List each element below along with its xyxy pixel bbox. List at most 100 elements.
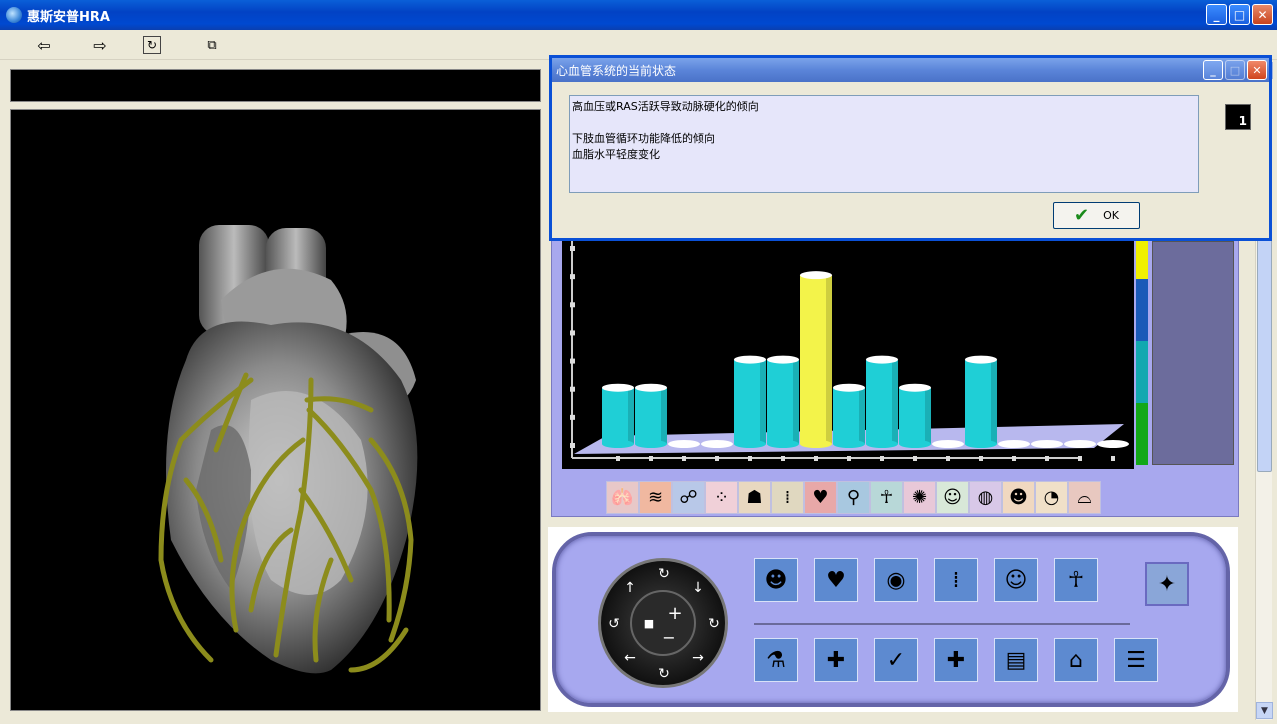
doctor-icon[interactable]: ☺ — [936, 481, 969, 514]
bar-top — [1097, 440, 1129, 448]
level-indicator-icon: 1 — [1225, 104, 1251, 130]
throat-icon[interactable]: ⌓ — [1068, 481, 1101, 514]
globe-button[interactable]: ◉ — [874, 558, 918, 602]
zoom-out-icon[interactable]: − — [660, 628, 678, 647]
monitor-check-button[interactable]: ✓ — [874, 638, 918, 682]
scroll-thumb[interactable] — [1257, 232, 1272, 472]
left-arrow-icon[interactable]: ← — [621, 649, 639, 667]
x-tick — [748, 456, 752, 461]
x-tick — [847, 456, 851, 461]
dna-button[interactable]: ✚ — [814, 638, 858, 682]
face-scan-button[interactable]: ☺ — [994, 558, 1038, 602]
status-message-box[interactable]: 高血压或RAS活跃导致动脉硬化的倾向 下肢血管循环功能降低的倾向 血脂水平轻度变… — [569, 95, 1199, 193]
y-tick — [570, 386, 575, 392]
ok-button[interactable]: ✔ OK — [1053, 202, 1140, 229]
stomach-icon[interactable]: ≋ — [639, 481, 672, 514]
dialog-close-button[interactable]: ✕ — [1247, 60, 1267, 80]
check-icon: ✔ — [1074, 205, 1090, 226]
bar-base — [833, 440, 865, 448]
skeleton-button[interactable]: ☥ — [1054, 558, 1098, 602]
y-tick — [570, 274, 575, 280]
tooth-button[interactable]: ⌂ — [1054, 638, 1098, 682]
heart-3d-view[interactable] — [10, 109, 541, 711]
head-organ-button[interactable]: ☻ — [754, 558, 798, 602]
scale-panel — [1152, 241, 1234, 465]
first-aid-button[interactable]: ✚ — [934, 638, 978, 682]
left-panel — [4, 62, 544, 714]
heart-organ-button[interactable]: ♥ — [814, 558, 858, 602]
x-tick — [781, 456, 785, 461]
refresh-icon[interactable]: ↻ — [143, 36, 161, 54]
forward-arrow-icon[interactable]: ⇨ — [88, 34, 112, 56]
x-tick — [715, 456, 719, 461]
nav-divider — [754, 623, 1130, 625]
x-tick — [1078, 456, 1082, 461]
right-arrow-icon[interactable]: → — [689, 649, 707, 667]
y-tick — [570, 443, 575, 448]
dialog-minimize-button[interactable]: _ — [1203, 60, 1223, 80]
bar-top — [767, 355, 799, 364]
body-icon[interactable]: ☗ — [738, 481, 771, 514]
up-arrow-icon[interactable]: ↑ — [621, 579, 639, 597]
bar-base — [767, 440, 799, 448]
y-tick — [570, 414, 575, 420]
swap-view-icon[interactable]: ⧉ — [202, 36, 222, 54]
maximize-button[interactable]: □ — [1229, 4, 1250, 25]
x-tick — [1012, 456, 1016, 461]
bar-shade — [991, 359, 997, 444]
report-button[interactable]: ☰ — [1114, 638, 1158, 682]
extra-view-button[interactable]: ✦ — [1145, 562, 1189, 606]
stop-icon[interactable]: ■ — [640, 614, 658, 632]
x-tick — [880, 456, 884, 461]
x-tick — [1111, 456, 1115, 461]
rotate-right-icon[interactable]: ↻ — [705, 615, 723, 633]
rotate-left-icon[interactable]: ↺ — [605, 615, 623, 633]
x-tick — [1045, 456, 1049, 461]
bar-shade — [628, 387, 634, 444]
nerves-icon[interactable]: ⚲ — [837, 481, 870, 514]
heart-icon[interactable]: ♥ — [804, 481, 837, 514]
bar-chart-svg — [570, 241, 1129, 461]
brain-icon[interactable]: ◍ — [969, 481, 1002, 514]
documents-button[interactable]: ▤ — [994, 638, 1038, 682]
bar-top — [932, 440, 964, 448]
info-strip — [10, 69, 541, 102]
bar-shade — [760, 359, 766, 444]
head-icon[interactable]: ◔ — [1035, 481, 1068, 514]
status-line — [572, 115, 1196, 131]
spine-button[interactable]: ⁞ — [934, 558, 978, 602]
x-tick — [946, 456, 950, 461]
down-arrow-icon[interactable]: ↓ — [689, 579, 707, 597]
navigation-panel: ↻ ↑ ↓ ↺ ↻ ← → ↻ ■ + − ☻ ♥ ◉ ⁞ ☺ ☥ ✦ ⚗ ✚ ✓ ✚ ▤ ⌂ ☰ — [548, 527, 1238, 712]
lungs-icon[interactable]: 🫁 — [606, 481, 639, 514]
blood-cells-icon[interactable]: ⁘ — [705, 481, 738, 514]
x-tick — [616, 456, 620, 461]
bar-top — [866, 355, 898, 364]
minimize-button[interactable]: _ — [1206, 4, 1227, 25]
back-arrow-icon[interactable]: ⇦ — [32, 34, 56, 56]
bar-top — [734, 355, 766, 364]
rotate-top-icon[interactable]: ↻ — [655, 565, 673, 583]
ok-label: OK — [1103, 209, 1119, 222]
face-icon[interactable]: ☻ — [1002, 481, 1035, 514]
organs-icon[interactable]: ☍ — [672, 481, 705, 514]
x-tick — [649, 456, 653, 461]
bar-top — [899, 383, 931, 392]
scale-segment-yellow — [1136, 241, 1148, 279]
bar-top — [1031, 440, 1063, 448]
microscope-button[interactable]: ⚗ — [754, 638, 798, 682]
rotation-dial[interactable]: ↻ ↑ ↓ ↺ ↻ ← → ↻ ■ + − — [598, 558, 728, 688]
spine-icon[interactable]: ⁞ — [771, 481, 804, 514]
scroll-down-icon[interactable]: ▼ — [1256, 702, 1273, 719]
dial-center: ■ + − — [630, 590, 696, 656]
rotate-bottom-icon[interactable]: ↻ — [655, 665, 673, 683]
scale-segment-green — [1136, 403, 1148, 465]
close-button[interactable]: ✕ — [1252, 4, 1273, 25]
zoom-in-icon[interactable]: + — [666, 603, 684, 624]
virus-icon[interactable]: ✺ — [903, 481, 936, 514]
scale-segment-cyan — [1136, 341, 1148, 403]
bar-shade — [793, 359, 799, 444]
bar-top — [965, 355, 997, 364]
bar-base — [800, 440, 832, 448]
skeleton-icon[interactable]: ☥ — [870, 481, 903, 514]
